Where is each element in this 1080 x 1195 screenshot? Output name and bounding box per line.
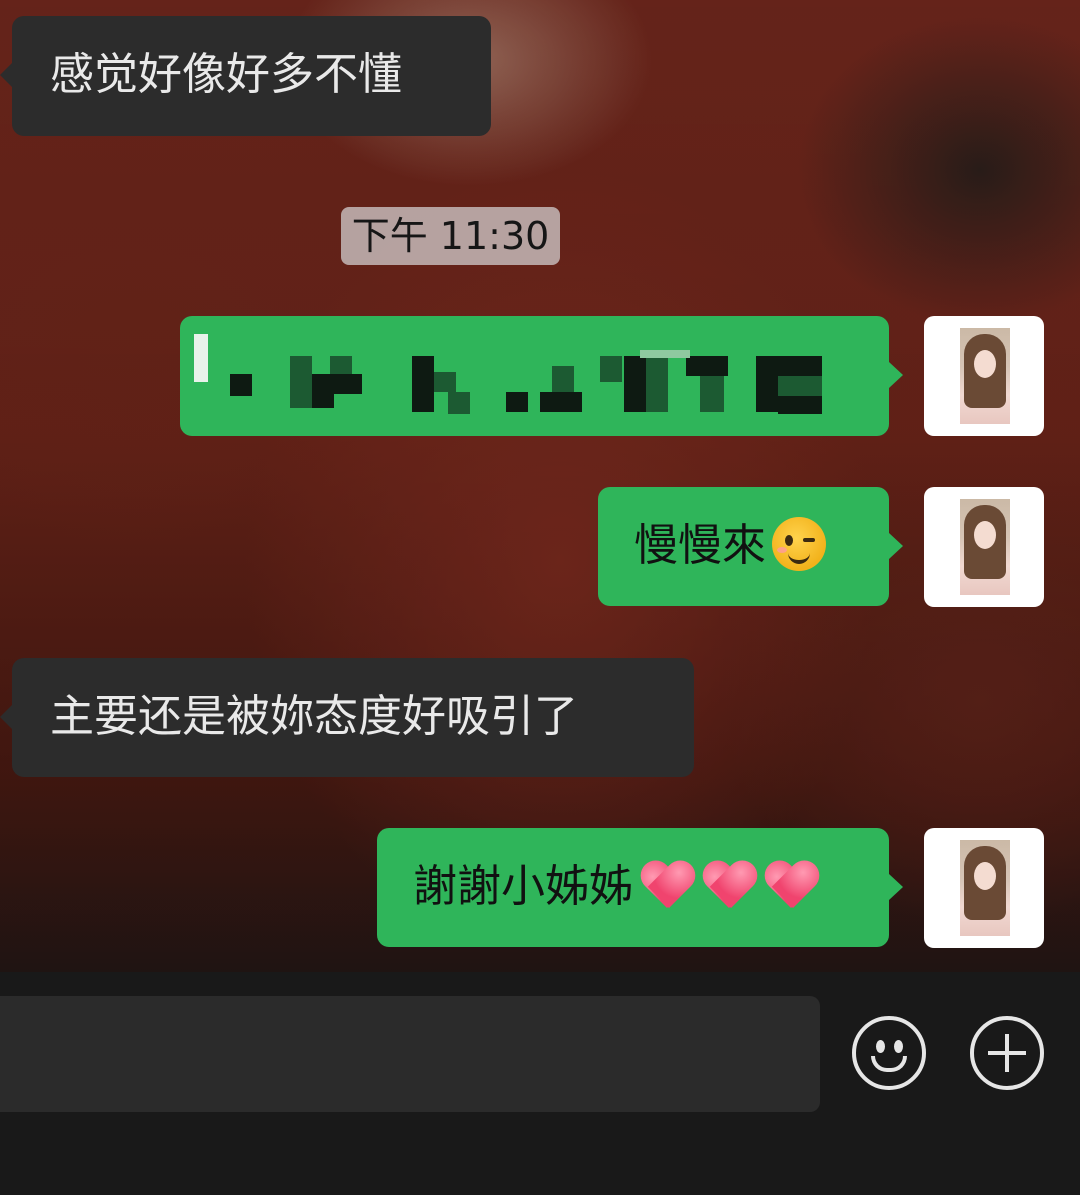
- heart-icon: [763, 862, 819, 912]
- winking-face-icon: [772, 517, 826, 571]
- message-text: 主要还是被妳态度好吸引了: [50, 691, 578, 742]
- message-text: 慢慢來: [634, 520, 766, 571]
- heart-icon: [701, 862, 757, 912]
- plus-icon[interactable]: [970, 1016, 1044, 1090]
- emoji-icon[interactable]: [852, 1016, 926, 1090]
- incoming-message-bubble[interactable]: 主要还是被妳态度好吸引了: [0, 658, 694, 777]
- incoming-message-bubble[interactable]: 感觉好像好多不懂: [0, 16, 491, 136]
- censored-text-pixelation: [180, 316, 889, 436]
- outgoing-message-bubble[interactable]: 謝謝小姊姊: [377, 828, 903, 947]
- user-avatar[interactable]: [924, 828, 1044, 948]
- timestamp-label: 下午 11:30: [341, 207, 560, 265]
- message-text: 謝謝小姊姊: [413, 861, 633, 912]
- message-input[interactable]: [0, 996, 820, 1112]
- chat-wallpaper: [0, 0, 1080, 972]
- chat-input-bar: [0, 972, 1080, 1195]
- user-avatar[interactable]: [924, 316, 1044, 436]
- outgoing-message-bubble[interactable]: 慢慢來: [598, 487, 903, 606]
- outgoing-message-bubble[interactable]: [180, 316, 903, 436]
- user-avatar[interactable]: [924, 487, 1044, 607]
- heart-icon: [639, 862, 695, 912]
- message-text: 感觉好像好多不懂: [50, 49, 402, 100]
